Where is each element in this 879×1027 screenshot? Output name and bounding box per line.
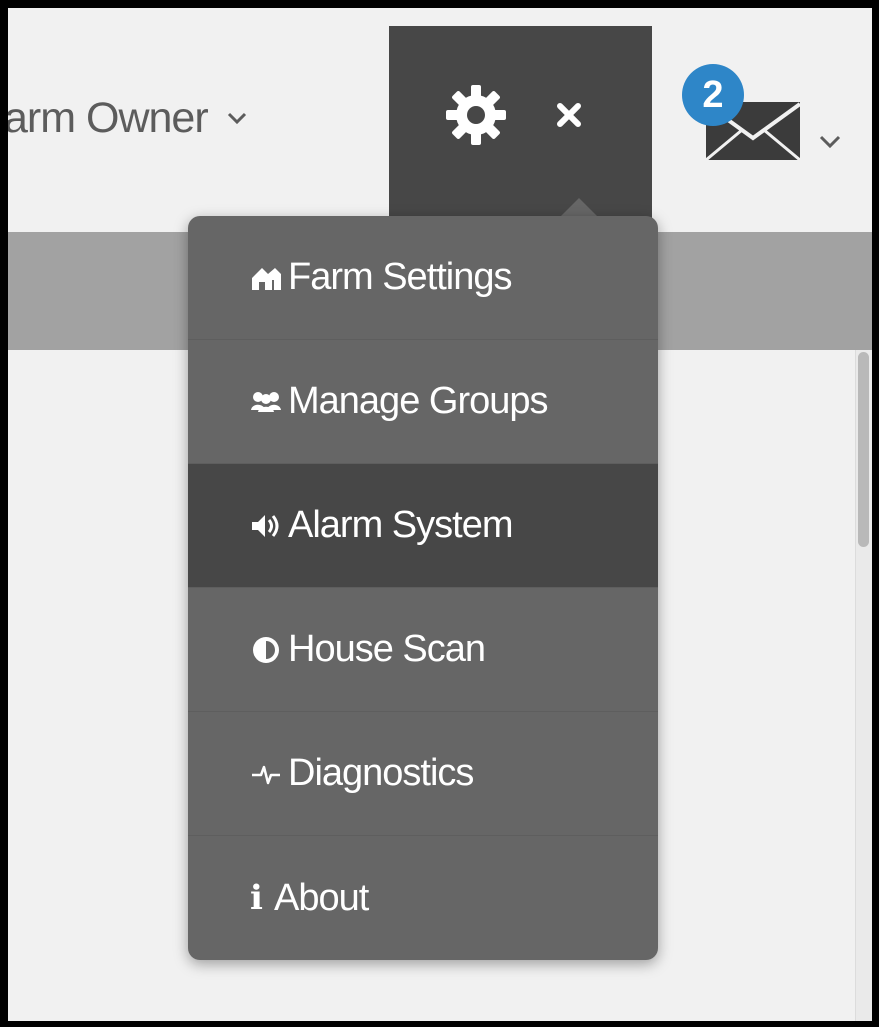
menu-item-about[interactable]: i About bbox=[188, 836, 658, 960]
user-menu[interactable]: arm Owner bbox=[8, 78, 248, 158]
settings-dropdown-menu: Farm Settings Manage Groups Alarm System… bbox=[188, 216, 658, 960]
app-window: arm Owner 2 Farm Settings Manage Groups … bbox=[8, 8, 872, 1021]
menu-item-label: Farm Settings bbox=[288, 256, 513, 298]
menu-item-manage-groups[interactable]: Manage Groups bbox=[188, 340, 658, 464]
diagnostics-icon bbox=[250, 758, 282, 790]
unread-count-badge: 2 bbox=[682, 64, 744, 126]
vertical-scrollbar[interactable] bbox=[855, 350, 872, 1021]
top-navbar: arm Owner 2 bbox=[8, 8, 872, 232]
menu-item-alarm-system[interactable]: Alarm System bbox=[188, 464, 658, 588]
menu-item-farm-settings[interactable]: Farm Settings bbox=[188, 216, 658, 340]
info-icon: i bbox=[250, 878, 263, 918]
menu-item-label: About bbox=[274, 876, 369, 919]
menu-item-label: Manage Groups bbox=[288, 380, 548, 422]
gear-icon bbox=[446, 85, 506, 145]
menu-item-diagnostics[interactable]: Diagnostics bbox=[188, 712, 658, 836]
chevron-down-icon bbox=[819, 135, 841, 149]
close-icon bbox=[557, 103, 581, 127]
menu-item-label: House Scan bbox=[288, 628, 486, 670]
groups-icon bbox=[250, 386, 282, 418]
user-name-label: arm Owner bbox=[8, 93, 209, 142]
chevron-down-icon bbox=[227, 112, 246, 125]
messages-button[interactable]: 2 bbox=[672, 50, 872, 200]
menu-item-label: Alarm System bbox=[288, 504, 513, 546]
menu-item-label: Diagnostics bbox=[288, 752, 474, 794]
settings-toggle-button[interactable] bbox=[389, 26, 652, 232]
farm-icon bbox=[250, 262, 282, 294]
house-scan-icon bbox=[250, 634, 282, 666]
scrollbar-thumb[interactable] bbox=[858, 352, 869, 547]
menu-item-house-scan[interactable]: House Scan bbox=[188, 588, 658, 712]
dropdown-caret bbox=[559, 198, 599, 218]
alarm-icon bbox=[250, 510, 282, 542]
